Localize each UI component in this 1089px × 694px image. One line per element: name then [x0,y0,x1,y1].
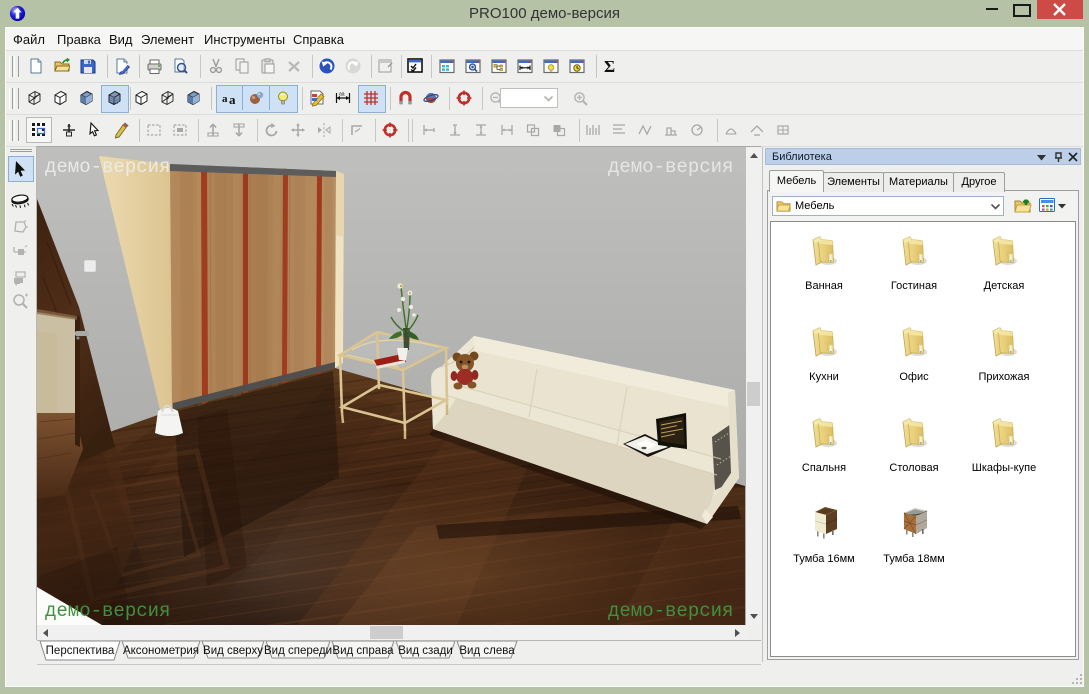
svg-text:aa: aa [339,91,345,97]
svg-text:Вид сзади: Вид сзади [398,645,453,657]
svg-text:Аксонометрия: Аксонометрия [123,645,199,657]
svg-text:Перспектива: Перспектива [46,645,115,657]
svg-text:демо-версия: демо-версия [608,600,733,622]
svg-text:Вид слева: Вид слева [459,645,515,657]
svg-text:демо-версия: демо-версия [45,600,170,622]
svg-text:a: a [229,92,236,106]
svg-text:Вид сверху: Вид сверху [203,645,263,657]
svg-text:Вид спереди: Вид спереди [264,645,332,657]
svg-text:демо-версия: демо-версия [608,156,733,178]
svg-text:демо-версия: демо-версия [45,156,170,178]
svg-text:a: a [222,93,228,105]
svg-text:Σ: Σ [604,58,615,75]
svg-text:Вид справа: Вид справа [332,645,394,657]
